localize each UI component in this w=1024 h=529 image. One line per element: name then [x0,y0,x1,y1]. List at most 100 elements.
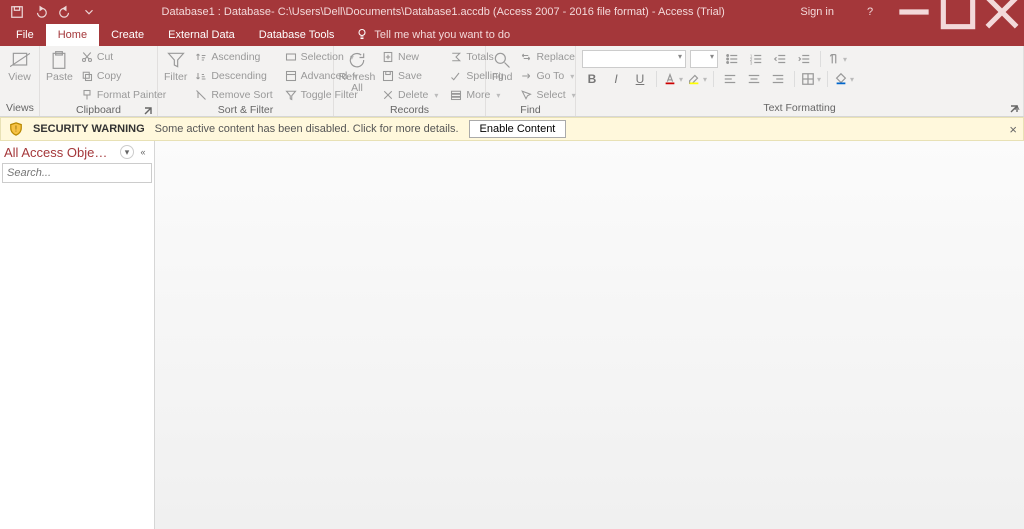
redo-icon[interactable] [54,1,76,23]
collapse-ribbon-icon[interactable]: ˄ [1014,103,1020,114]
align-left-icon[interactable] [720,70,740,88]
tab-database-tools[interactable]: Database Tools [247,24,347,46]
decrease-indent-icon[interactable] [770,50,790,68]
cut-button[interactable]: Cut [77,48,170,66]
filter-label: Filter [164,72,187,83]
group-views: View Views [0,46,40,116]
gridlines-icon[interactable] [801,70,821,88]
save-icon[interactable] [6,1,28,23]
ribbon: View Views Paste Cut Copy Format Painter… [0,46,1024,117]
font-color-icon[interactable] [663,70,683,88]
highlight-color-icon[interactable] [687,70,707,88]
text-direction-icon[interactable] [827,50,847,68]
underline-icon[interactable]: U [630,70,650,88]
goto-label: Go To [536,70,564,82]
security-close-icon[interactable]: × [1009,122,1017,137]
group-find: Find Replace Go To Select Find [486,46,576,116]
paste-button[interactable]: Paste [46,48,73,83]
group-label-text-formatting: Text Formatting [582,102,1017,116]
ascending-button[interactable]: Ascending [191,48,276,66]
font-name-combo[interactable] [582,50,686,68]
select-button[interactable]: Select [516,86,579,104]
cut-label: Cut [97,51,113,63]
enable-content-button[interactable]: Enable Content [469,120,567,138]
separator [656,71,657,87]
font-size-combo[interactable] [690,50,718,68]
minimize-icon[interactable] [892,0,936,24]
security-warning-title: SECURITY WARNING [33,123,145,135]
italic-icon[interactable]: I [606,70,626,88]
format-painter-label: Format Painter [97,89,166,101]
save-record-button[interactable]: Save [378,67,442,85]
security-warning-message[interactable]: Some active content has been disabled. C… [155,123,459,135]
nav-collapse-icon[interactable]: « [136,145,150,159]
ribbon-tabs: File Home Create External Data Database … [0,24,1024,46]
find-button[interactable]: Find [492,48,512,83]
separator [827,71,828,87]
nav-title: All Access Obje… [4,145,118,160]
qat-customize-icon[interactable] [78,1,100,23]
descending-button[interactable]: Descending [191,67,276,85]
sign-in-link[interactable]: Sign in [786,6,848,18]
delete-record-button[interactable]: Delete [378,86,442,104]
nav-dropdown-icon[interactable]: ▾ [120,145,134,159]
filter-button[interactable]: Filter [164,48,187,83]
goto-button[interactable]: Go To [516,67,579,85]
navigation-pane: All Access Obje… ▾ « [0,141,155,529]
svg-text:3: 3 [750,60,753,65]
numbering-icon[interactable]: 123 [746,50,766,68]
separator [713,71,714,87]
format-painter-button[interactable]: Format Painter [77,86,170,104]
group-label-records: Records [340,104,479,118]
group-text-formatting: 123 B I U [576,46,1024,116]
clipboard-launcher-icon[interactable] [143,106,153,116]
main-area: All Access Obje… ▾ « [0,141,1024,529]
undo-icon[interactable] [30,1,52,23]
refresh-all-label: Refresh All [339,72,376,94]
title-bar: Database1 : Database- C:\Users\Dell\Docu… [0,0,1024,24]
security-warning-bar: ! SECURITY WARNING Some active content h… [0,117,1024,141]
replace-button[interactable]: Replace [516,48,579,66]
workspace [155,141,1024,529]
refresh-all-button[interactable]: Refresh All [340,48,374,94]
increase-indent-icon[interactable] [794,50,814,68]
align-center-icon[interactable] [744,70,764,88]
window-controls: ? [848,0,1024,24]
group-clipboard: Paste Cut Copy Format Painter Clipboard [40,46,158,116]
close-icon[interactable] [980,0,1024,24]
tell-me-search[interactable]: Tell me what you want to do [346,24,520,46]
lightbulb-icon [356,28,368,43]
replace-label: Replace [536,51,575,63]
remove-sort-label: Remove Sort [211,89,272,101]
help-icon[interactable]: ? [848,0,892,24]
descending-label: Descending [211,70,266,82]
bold-icon[interactable]: B [582,70,602,88]
ascending-label: Ascending [211,51,260,63]
quick-access-toolbar [0,1,100,23]
shield-icon: ! [9,122,23,136]
remove-sort-button[interactable]: Remove Sort [191,86,276,104]
group-sort-filter: Filter Ascending Descending Remove Sort … [158,46,334,116]
tab-create[interactable]: Create [99,24,156,46]
copy-button[interactable]: Copy [77,67,170,85]
fill-color-icon[interactable] [834,70,854,88]
copy-label: Copy [97,70,122,82]
bullets-icon[interactable] [722,50,742,68]
tab-file[interactable]: File [4,24,46,46]
nav-header[interactable]: All Access Obje… ▾ « [0,141,154,163]
svg-text:!: ! [15,125,17,134]
window-title: Database1 : Database- C:\Users\Dell\Docu… [100,6,786,18]
find-label: Find [492,72,512,83]
group-label-sort-filter: Sort & Filter [164,104,327,118]
nav-search[interactable] [2,163,152,183]
delete-record-label: Delete [398,89,428,101]
tab-home[interactable]: Home [46,24,99,46]
separator [794,71,795,87]
maximize-icon[interactable] [936,0,980,24]
new-record-button[interactable]: New [378,48,442,66]
group-records: Refresh All New Save Delete Totals Spell… [334,46,486,116]
search-input[interactable] [3,167,154,179]
view-button[interactable]: View [6,48,33,83]
tab-external-data[interactable]: External Data [156,24,247,46]
align-right-icon[interactable] [768,70,788,88]
